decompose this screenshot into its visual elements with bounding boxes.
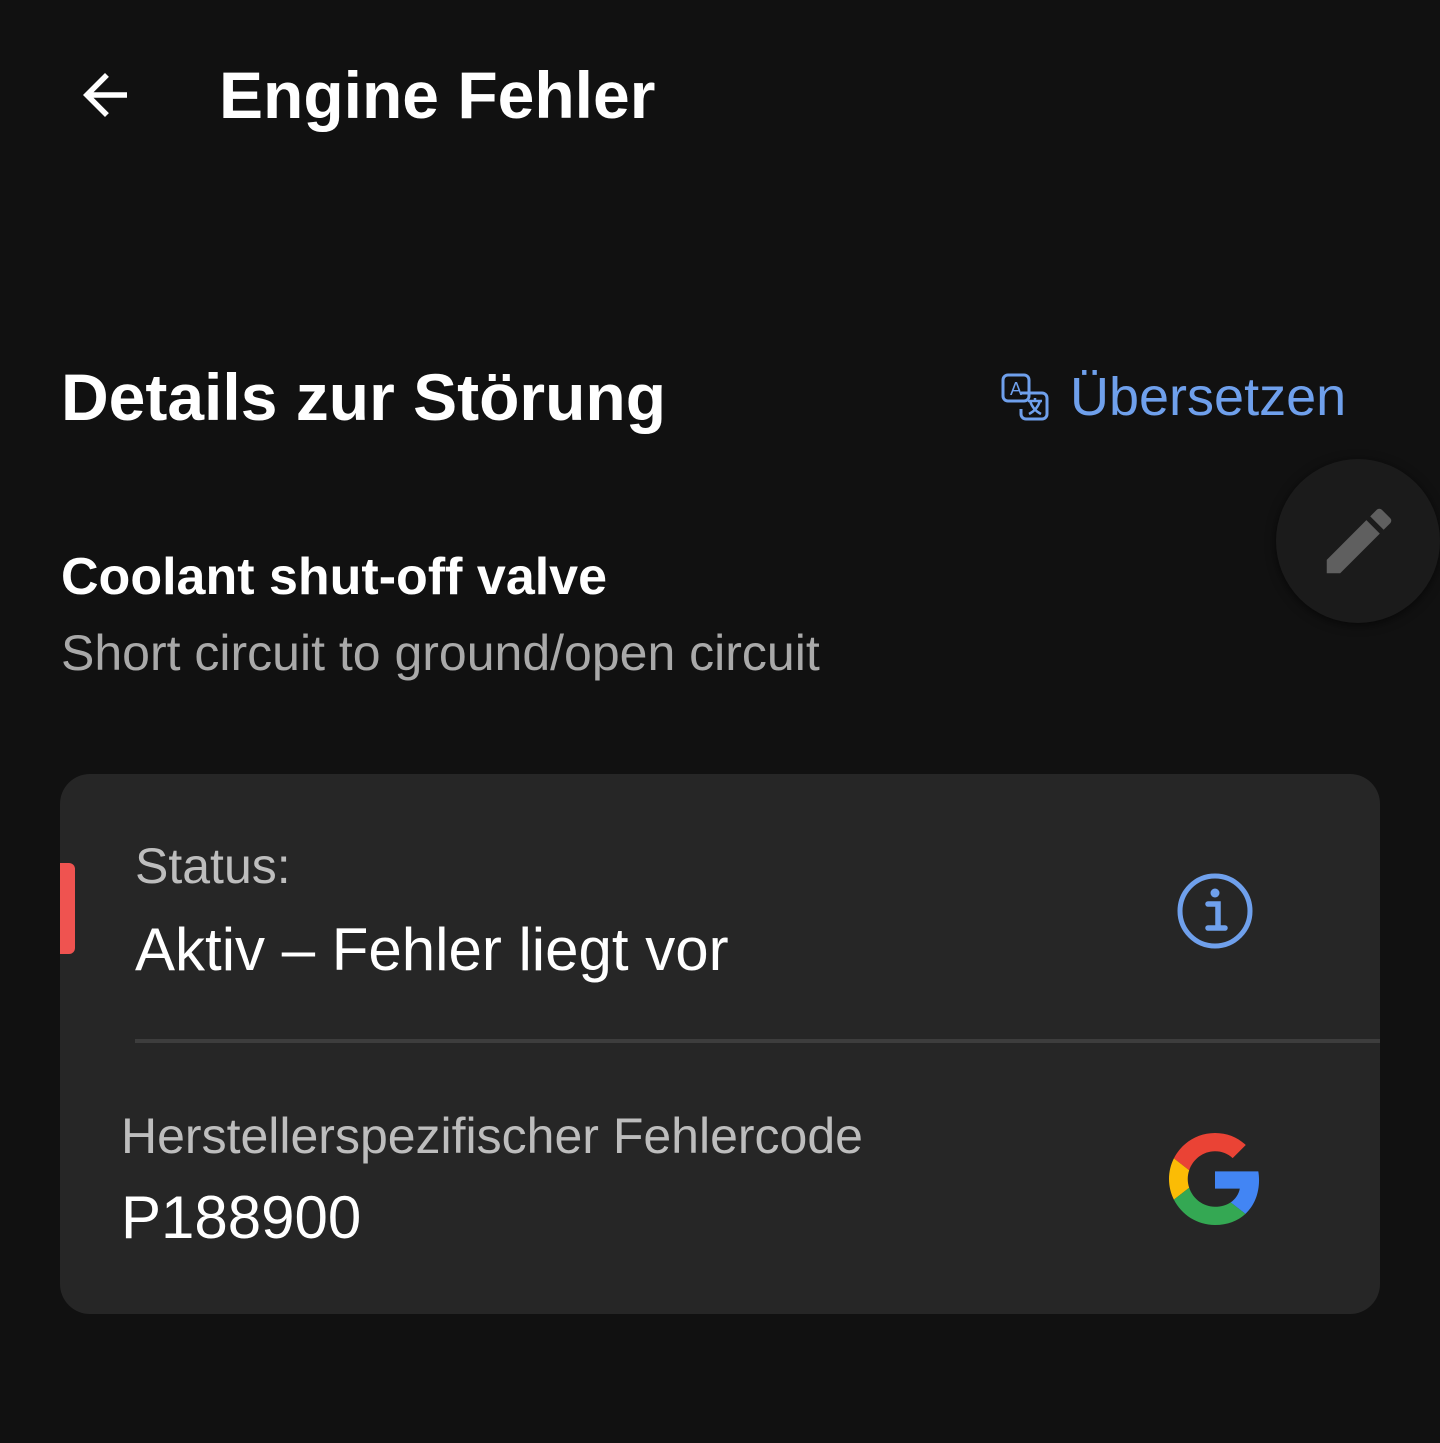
- status-info-button[interactable]: [1170, 866, 1260, 956]
- status-label: Status:: [135, 838, 291, 894]
- info-icon: [1177, 873, 1253, 949]
- back-button[interactable]: [60, 50, 150, 140]
- translate-button[interactable]: A Übersetzen: [1000, 362, 1346, 432]
- translate-icon: A: [1000, 372, 1050, 422]
- google-g-icon: [1169, 1133, 1260, 1225]
- status-value: Aktiv – Fehler liegt vor: [135, 916, 729, 983]
- page-title: Engine Fehler: [219, 58, 656, 132]
- svg-text:A: A: [1010, 379, 1022, 399]
- code-value: P188900: [121, 1184, 362, 1251]
- fault-info-card: Status: Aktiv – Fehler liegt vor Herstel…: [60, 774, 1380, 1314]
- pencil-icon: [1326, 508, 1392, 574]
- arrow-left-icon: [83, 73, 127, 117]
- code-label: Herstellerspezifischer Fehlercode: [121, 1108, 863, 1164]
- app-bar: Engine Fehler: [0, 0, 1440, 190]
- card-divider: [135, 1039, 1380, 1043]
- edit-button[interactable]: [1276, 459, 1440, 623]
- fault-details-screen: Engine Fehler Details zur Störung A Über…: [0, 0, 1440, 1443]
- google-search-button[interactable]: [1165, 1129, 1265, 1229]
- status-indicator: [60, 863, 75, 954]
- fault-subtitle: Short circuit to ground/open circuit: [61, 625, 820, 681]
- section-title: Details zur Störung: [61, 360, 667, 434]
- fault-title: Coolant shut-off valve: [61, 548, 608, 606]
- translate-label: Übersetzen: [1070, 367, 1347, 427]
